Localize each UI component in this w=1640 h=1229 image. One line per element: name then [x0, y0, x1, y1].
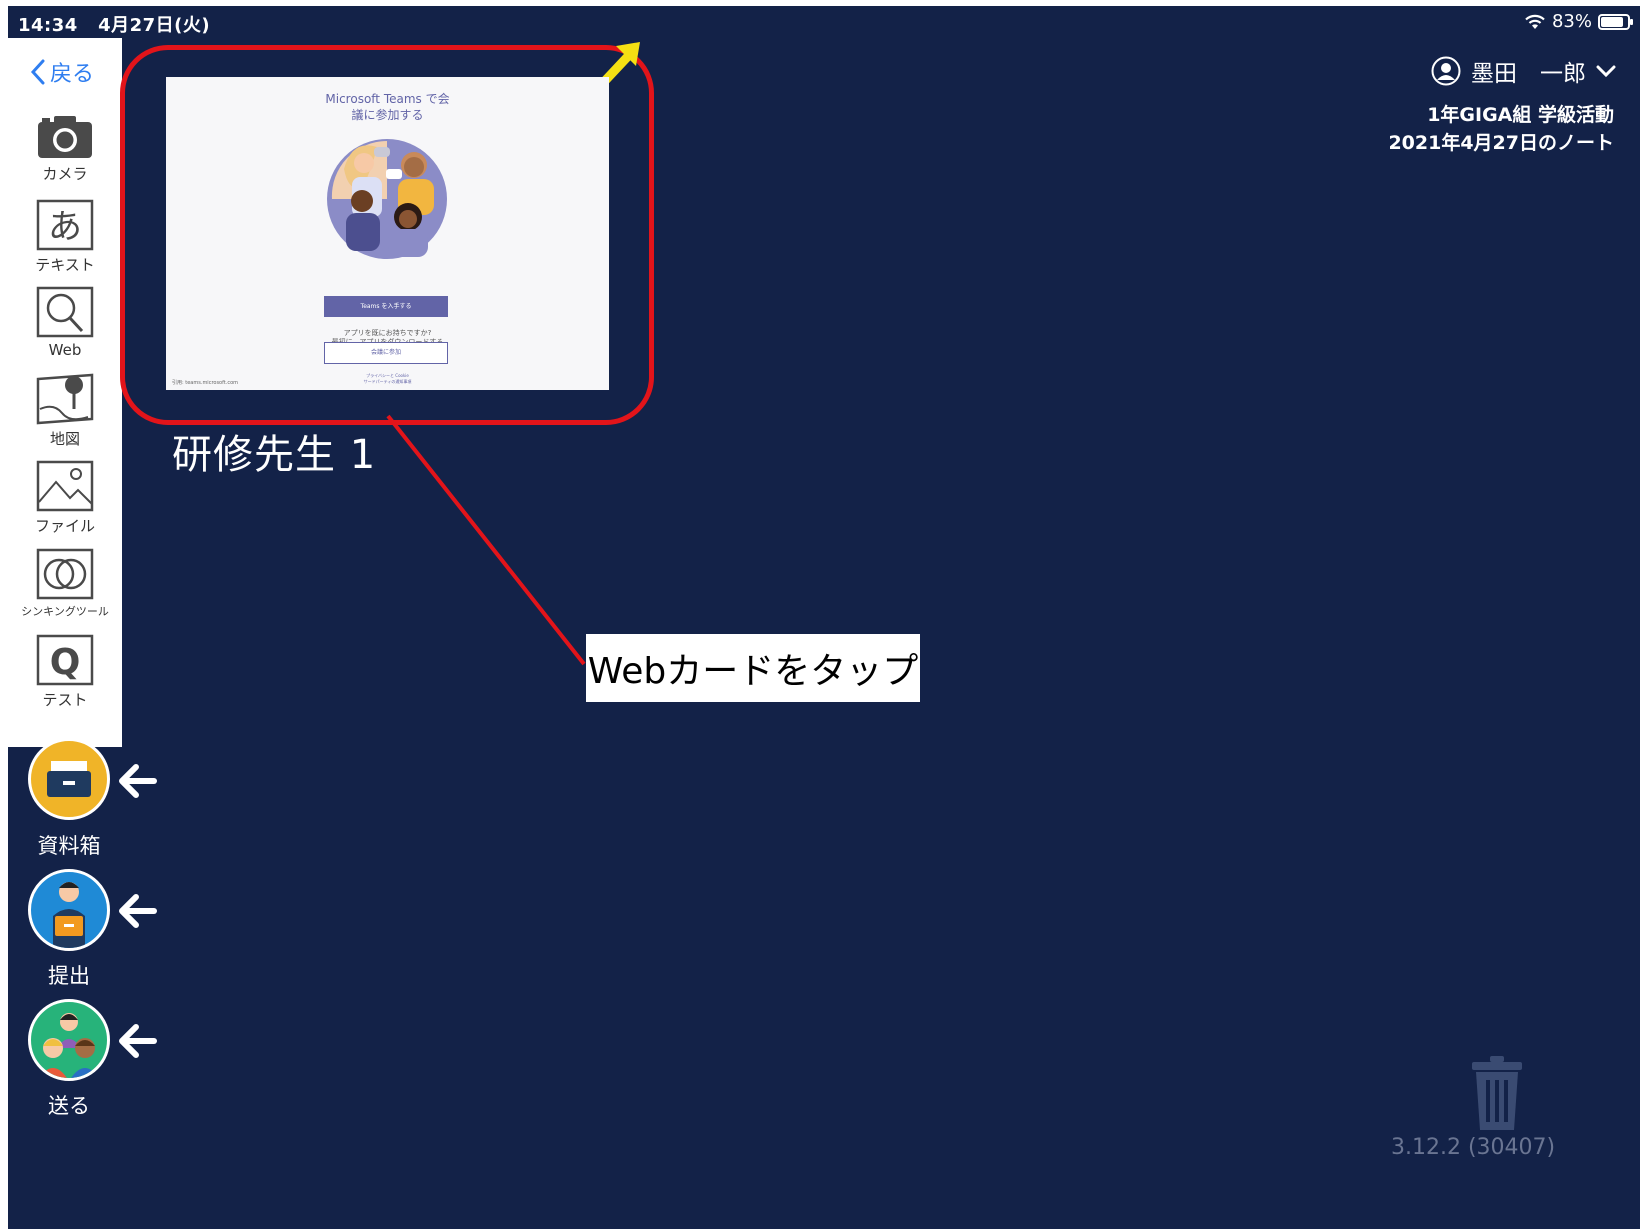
submit-label: 提出: [48, 964, 90, 988]
tool-map[interactable]: 地図: [8, 373, 122, 449]
material-box-button[interactable]: [28, 738, 110, 820]
overlapping-circles-icon: [36, 548, 94, 600]
send-label: 送る: [48, 1094, 90, 1118]
map-pin-icon: [36, 373, 94, 425]
tool-text[interactable]: あ テキスト: [8, 199, 122, 275]
submit-button[interactable]: [28, 869, 110, 951]
user-name: 墨田 一郎: [1471, 61, 1586, 87]
get-teams-button[interactable]: Teams を入手する: [324, 296, 448, 317]
status-date: 4月27日(火): [98, 15, 211, 36]
app-screen: 14:34 4月27日(火) 83% 戻る カメラ あ テキスト Web 地図 …: [8, 6, 1640, 1229]
tool-file[interactable]: ファイル: [8, 460, 122, 536]
tool-sidebar: 戻る カメラ あ テキスト Web 地図 ファイル シンキングツール Q テスト: [8, 38, 122, 747]
note-title: 2021年4月27日のノート: [1388, 132, 1614, 154]
trash-icon[interactable]: [1468, 1054, 1526, 1132]
tool-file-label: ファイル: [34, 517, 95, 535]
web-card-title: Microsoft Teams で会 議に参加する: [166, 91, 609, 123]
callout-box: Webカードをタップ: [586, 634, 920, 702]
chevron-down-icon: [1596, 65, 1616, 78]
svg-text:あ: あ: [48, 207, 82, 247]
tool-web-label: Web: [48, 341, 82, 359]
text-a-icon: あ: [36, 199, 94, 251]
web-card-title-line1: Microsoft Teams で会: [325, 92, 450, 106]
teams-people-illustration-icon: [327, 139, 447, 259]
image-file-icon: [36, 460, 94, 512]
web-card[interactable]: Microsoft Teams で会 議に参加する 最初に、アプリをダウンロード…: [166, 77, 609, 390]
status-time: 14:34 4月27日(火): [18, 11, 210, 37]
material-box-label: 資料箱: [37, 834, 101, 858]
tool-test-label: テスト: [42, 691, 88, 709]
chevron-left-icon: [30, 59, 45, 85]
tool-camera-label: カメラ: [42, 165, 88, 183]
battery-percent: 83%: [1551, 11, 1592, 32]
send-group-icon: [39, 1013, 99, 1078]
tool-thinking[interactable]: シンキングツール: [8, 548, 122, 619]
user-menu[interactable]: 墨田 一郎: [1431, 54, 1616, 88]
tool-camera[interactable]: カメラ: [8, 114, 122, 184]
material-box-icon: [47, 761, 91, 797]
card-caption: 研修先生 1: [172, 432, 377, 478]
status-right: 83%: [1524, 11, 1633, 32]
back-label: 戻る: [50, 62, 95, 87]
tool-test[interactable]: Q テスト: [8, 634, 122, 710]
user-avatar-icon: [1431, 56, 1461, 86]
battery-level: [1601, 16, 1623, 27]
tool-text-label: テキスト: [35, 256, 95, 274]
web-card-source: 引用: teams.microsoft.com: [172, 380, 239, 386]
web-card-question: アプリを既にお持ちですか?: [343, 329, 432, 337]
back-button[interactable]: 戻る: [30, 56, 94, 88]
test-q-icon: Q: [36, 634, 94, 686]
status-bar: 14:34 4月27日(火) 83%: [8, 6, 1640, 40]
class-name: 1年GIGA組 学級活動: [1427, 104, 1614, 126]
tool-thinking-label: シンキングツール: [21, 605, 109, 618]
join-meeting-button[interactable]: 会議に参加: [324, 342, 448, 364]
callout-line: [386, 414, 586, 666]
send-button[interactable]: [28, 999, 110, 1081]
tool-map-label: 地図: [49, 430, 80, 448]
app-version: 3.12.2 (30407): [1391, 1135, 1556, 1160]
svg-text:Q: Q: [50, 642, 81, 683]
status-clock: 14:34: [18, 15, 78, 36]
arrow-left-icon: [119, 764, 157, 798]
tool-web[interactable]: Web: [8, 286, 122, 359]
camera-icon: [38, 116, 92, 158]
battery-icon: [1598, 13, 1633, 30]
arrow-left-icon: [119, 894, 157, 928]
arrow-left-icon: [119, 1024, 157, 1058]
wifi-icon: [1525, 14, 1545, 29]
magnifier-icon: [36, 286, 94, 338]
web-card-title-line2: 議に参加する: [351, 108, 424, 122]
submit-person-icon: [53, 882, 85, 948]
